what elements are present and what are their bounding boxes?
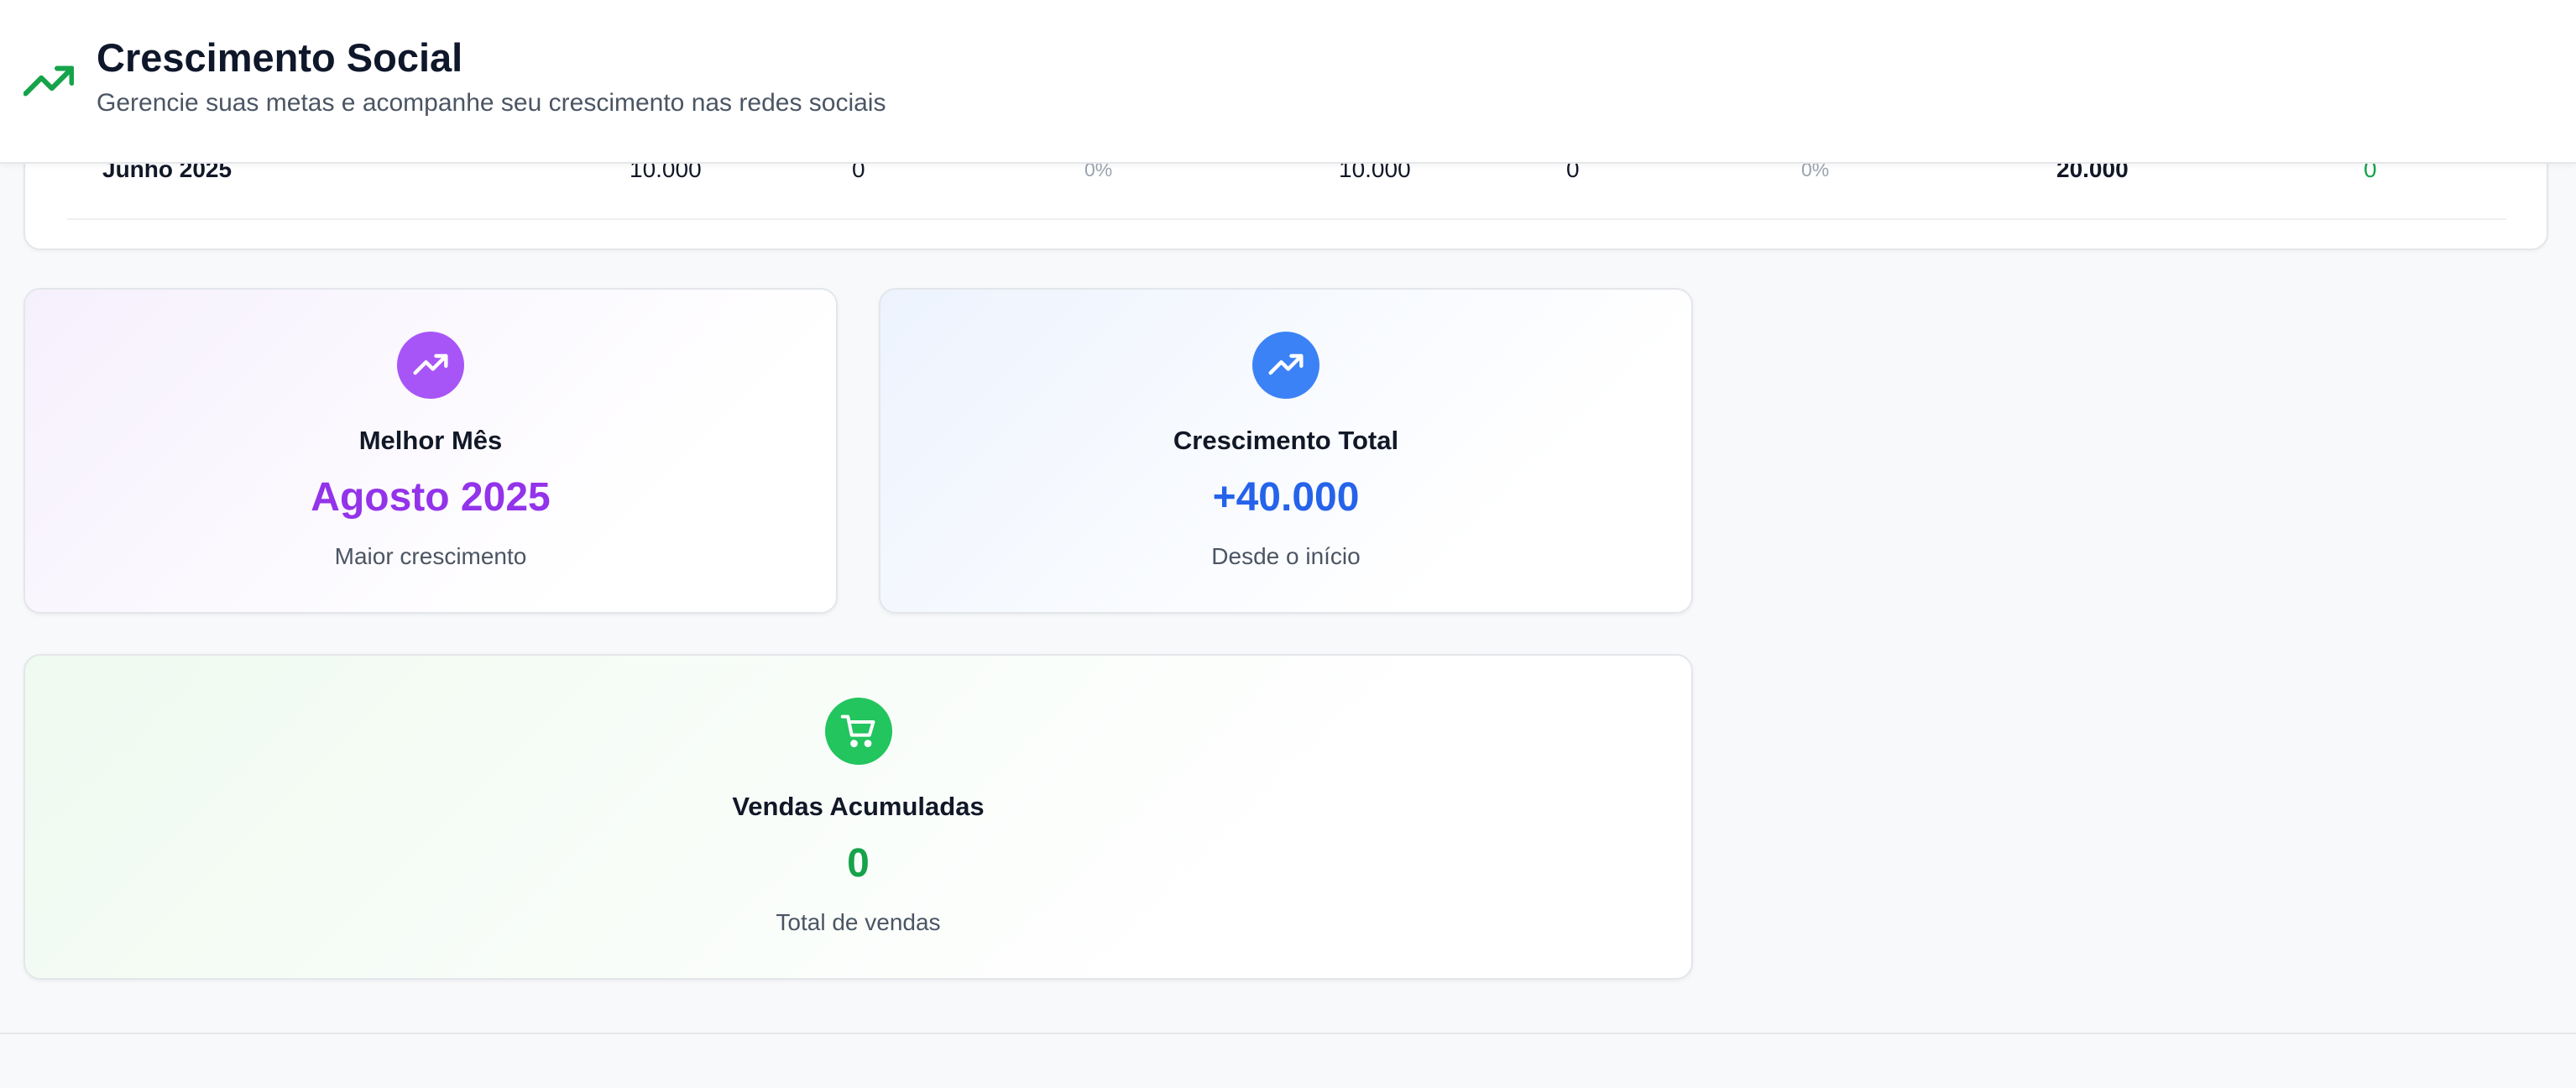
page-title: Crescimento Social — [97, 35, 463, 80]
trending-up-icon — [1268, 353, 1304, 375]
card-note: Maior crescimento — [334, 543, 527, 569]
sales-card: Vendas Acumuladas 0 Total de vendas — [24, 654, 1693, 980]
total-growth-card: Crescimento Total +40.000 Desde o início — [879, 288, 1693, 614]
card-note: Desde o início — [1211, 543, 1361, 569]
top-divider — [0, 0, 2576, 18]
card-note: Total de vendas — [776, 909, 941, 935]
total-growth-badge — [1252, 332, 1319, 399]
best-month-card: Melhor Mês Agosto 2025 Maior crescimento — [24, 288, 838, 614]
shopping-cart-icon — [840, 714, 875, 748]
sales-badge — [824, 698, 892, 765]
card-value: +40.000 — [1212, 475, 1360, 520]
card-value: Agosto 2025 — [311, 475, 551, 520]
best-month-badge — [397, 332, 464, 399]
card-title: Vendas Acumuladas — [732, 792, 985, 821]
trending-up-icon — [24, 65, 74, 97]
card-title: Crescimento Total — [1173, 426, 1399, 455]
page-header: Crescimento Social Gerencie suas metas e… — [0, 16, 2576, 164]
page-subtitle: Gerencie suas metas e acompanhe seu cres… — [97, 89, 886, 117]
card-value: 0 — [847, 841, 870, 886]
trending-up-icon — [413, 353, 448, 375]
card-title: Melhor Mês — [358, 426, 503, 455]
bottom-divider — [0, 1033, 2576, 1034]
